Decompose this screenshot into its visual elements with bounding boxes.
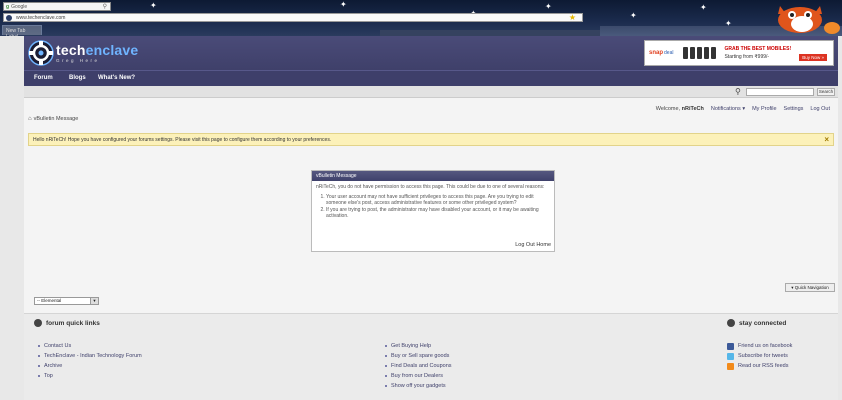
more-links-list: Get Buying Help Buy or Sell spare goods … bbox=[385, 341, 452, 391]
search-toolbar: ⚲ Search bbox=[24, 86, 838, 98]
google-icon: g bbox=[6, 3, 10, 10]
reason-item: Your user account may not have sufficien… bbox=[326, 194, 550, 206]
facebook-link[interactable]: Friend us on facebook bbox=[727, 341, 792, 351]
quick-links-title: forum quick links bbox=[46, 319, 100, 327]
forum-logo-icon bbox=[34, 319, 42, 327]
message-title: vBulletin Message bbox=[312, 171, 554, 181]
ad-buy-button[interactable]: Buy Now » bbox=[799, 54, 827, 61]
link-label: Buy or Sell spare goods bbox=[391, 353, 450, 359]
rss-icon bbox=[727, 362, 734, 370]
list-item[interactable]: Show off your gadgets bbox=[385, 381, 452, 391]
tab-title: New Tab Label bbox=[6, 28, 26, 36]
list-item[interactable]: Buy from our Dealers bbox=[385, 371, 452, 381]
link-label: Show off your gadgets bbox=[391, 383, 446, 389]
link-label: Buy from our Dealers bbox=[391, 373, 443, 379]
reasons-list: Your user account may not have sufficien… bbox=[326, 194, 550, 219]
search-icon[interactable]: ⚲ bbox=[103, 3, 107, 10]
list-item[interactable]: TechEnclave - Indian Technology Forum bbox=[38, 351, 142, 361]
search-placeholder: Google bbox=[11, 3, 28, 10]
link-label: Friend us on facebook bbox=[738, 343, 793, 349]
style-select-value: -- Elemental bbox=[37, 298, 62, 303]
fox-mascot-icon bbox=[778, 6, 840, 34]
chevron-down-icon: ▼ bbox=[90, 298, 98, 304]
facebook-icon bbox=[727, 342, 734, 350]
username-link[interactable]: nRiTeCh bbox=[682, 106, 704, 112]
reason-item: If you are trying to post, the administr… bbox=[326, 207, 550, 219]
link-label: Archive bbox=[44, 363, 63, 369]
link-label: Contact Us bbox=[44, 343, 72, 349]
nav-blogs[interactable]: Blogs bbox=[69, 75, 86, 81]
social-links-list: Friend us on facebook Subscribe for twee… bbox=[727, 341, 792, 371]
close-icon[interactable]: × bbox=[824, 135, 829, 144]
favicon-icon bbox=[6, 14, 12, 21]
bookmark-star-icon[interactable]: ★ bbox=[569, 13, 576, 22]
twitter-icon bbox=[727, 352, 734, 360]
ad-phones-image bbox=[683, 47, 717, 59]
quick-links-heading: forum quick links bbox=[34, 319, 100, 327]
link-label: Read our RSS feeds bbox=[738, 363, 789, 369]
notice-text: Hello nRiTeCh! Hope you have configured … bbox=[33, 137, 332, 143]
list-item[interactable]: Find Deals and Coupons bbox=[385, 361, 452, 371]
link-label: Get Buying Help bbox=[391, 343, 432, 349]
ad-brand: snap bbox=[649, 50, 664, 56]
tab-row: New Tab Label bbox=[0, 24, 842, 36]
browser-chrome: ✦ ✦ ✦ ✦ ✦ ✦ ✦ ✦ g Google ⚲ www.techencla… bbox=[0, 0, 842, 36]
list-item[interactable]: Buy or Sell spare goods bbox=[385, 351, 452, 361]
stay-connected-heading: stay connected bbox=[727, 319, 786, 327]
ad-brand-2: deal bbox=[664, 50, 674, 56]
site-logo[interactable]: techenclave Greg Here bbox=[28, 40, 138, 66]
site-header: techenclave Greg Here snap deal GRAB THE… bbox=[24, 36, 838, 70]
logout-link[interactable]: Log Out bbox=[810, 106, 830, 112]
forum-logo-icon bbox=[727, 319, 735, 327]
quick-links-list: Contact Us TechEnclave - Indian Technolo… bbox=[38, 341, 142, 381]
logo-name-part1: tech bbox=[56, 42, 86, 58]
link-label: Subscribe for tweets bbox=[738, 353, 788, 359]
breadcrumb: ⌂ vBulletin Message bbox=[28, 116, 78, 122]
my-profile-link[interactable]: My Profile bbox=[752, 106, 776, 112]
browser-tab[interactable]: New Tab Label bbox=[2, 25, 42, 36]
rss-link[interactable]: Read our RSS feeds bbox=[727, 361, 792, 371]
search-input[interactable] bbox=[746, 88, 814, 96]
logo-tagline: Greg Here bbox=[56, 58, 100, 63]
list-item[interactable]: Top bbox=[38, 371, 142, 381]
ad-headline: GRAB THE BEST MOBILES! bbox=[724, 46, 792, 52]
forum-page: techenclave Greg Here snap deal GRAB THE… bbox=[24, 36, 838, 400]
message-logout-link[interactable]: Log Out bbox=[515, 242, 535, 248]
quick-navigation-button[interactable]: ▾ Quick Navigation bbox=[785, 283, 835, 292]
nav-forum[interactable]: Forum bbox=[34, 75, 53, 81]
logo-name: techenclave bbox=[56, 43, 138, 57]
permission-message-box: vBulletin Message nRiTeCh, you do not ha… bbox=[311, 170, 555, 252]
address-bar[interactable]: www.techenclave.com ★ bbox=[3, 13, 583, 22]
google-search-box[interactable]: g Google ⚲ bbox=[3, 2, 111, 11]
style-chooser-select[interactable]: -- Elemental ▼ bbox=[34, 297, 99, 305]
twitter-link[interactable]: Subscribe for tweets bbox=[727, 351, 792, 361]
main-nav: Forum Blogs What's New? bbox=[24, 70, 838, 86]
logo-name-part2: enclave bbox=[85, 42, 139, 58]
message-footer: Log Out Home bbox=[515, 242, 551, 248]
stay-connected-title: stay connected bbox=[739, 319, 787, 327]
settings-notice: Hello nRiTeCh! Hope you have configured … bbox=[28, 133, 834, 146]
message-home-link[interactable]: Home bbox=[536, 242, 551, 248]
settings-link[interactable]: Settings bbox=[784, 106, 804, 112]
welcome-text: Welcome, bbox=[655, 106, 681, 112]
search-button[interactable]: Search bbox=[817, 88, 835, 96]
logo-gear-icon bbox=[28, 40, 54, 66]
home-icon[interactable]: ⌂ bbox=[28, 116, 32, 122]
banner-ad[interactable]: snap deal GRAB THE BEST MOBILES! Startin… bbox=[644, 40, 834, 66]
notifications-menu[interactable]: Notifications ▾ bbox=[711, 106, 745, 112]
user-nav: Welcome, nRiTeCh Notifications ▾ My Prof… bbox=[656, 106, 830, 112]
search-icon: ⚲ bbox=[735, 87, 741, 96]
link-label: TechEnclave - Indian Technology Forum bbox=[44, 353, 142, 359]
list-item[interactable]: Get Buying Help bbox=[385, 341, 452, 351]
url-text: www.techenclave.com bbox=[16, 14, 66, 21]
nav-whats-new[interactable]: What's New? bbox=[98, 75, 135, 81]
list-item[interactable]: Contact Us bbox=[38, 341, 142, 351]
breadcrumb-current: vBulletin Message bbox=[33, 116, 79, 122]
site-footer: forum quick links Contact Us TechEnclave… bbox=[24, 313, 838, 400]
ad-price: Starting from ₹999/- bbox=[724, 54, 770, 60]
message-intro: nRiTeCh, you do not have permission to a… bbox=[316, 184, 545, 190]
link-label: Find Deals and Coupons bbox=[391, 363, 452, 369]
link-label: Top bbox=[44, 373, 53, 379]
list-item[interactable]: Archive bbox=[38, 361, 142, 371]
